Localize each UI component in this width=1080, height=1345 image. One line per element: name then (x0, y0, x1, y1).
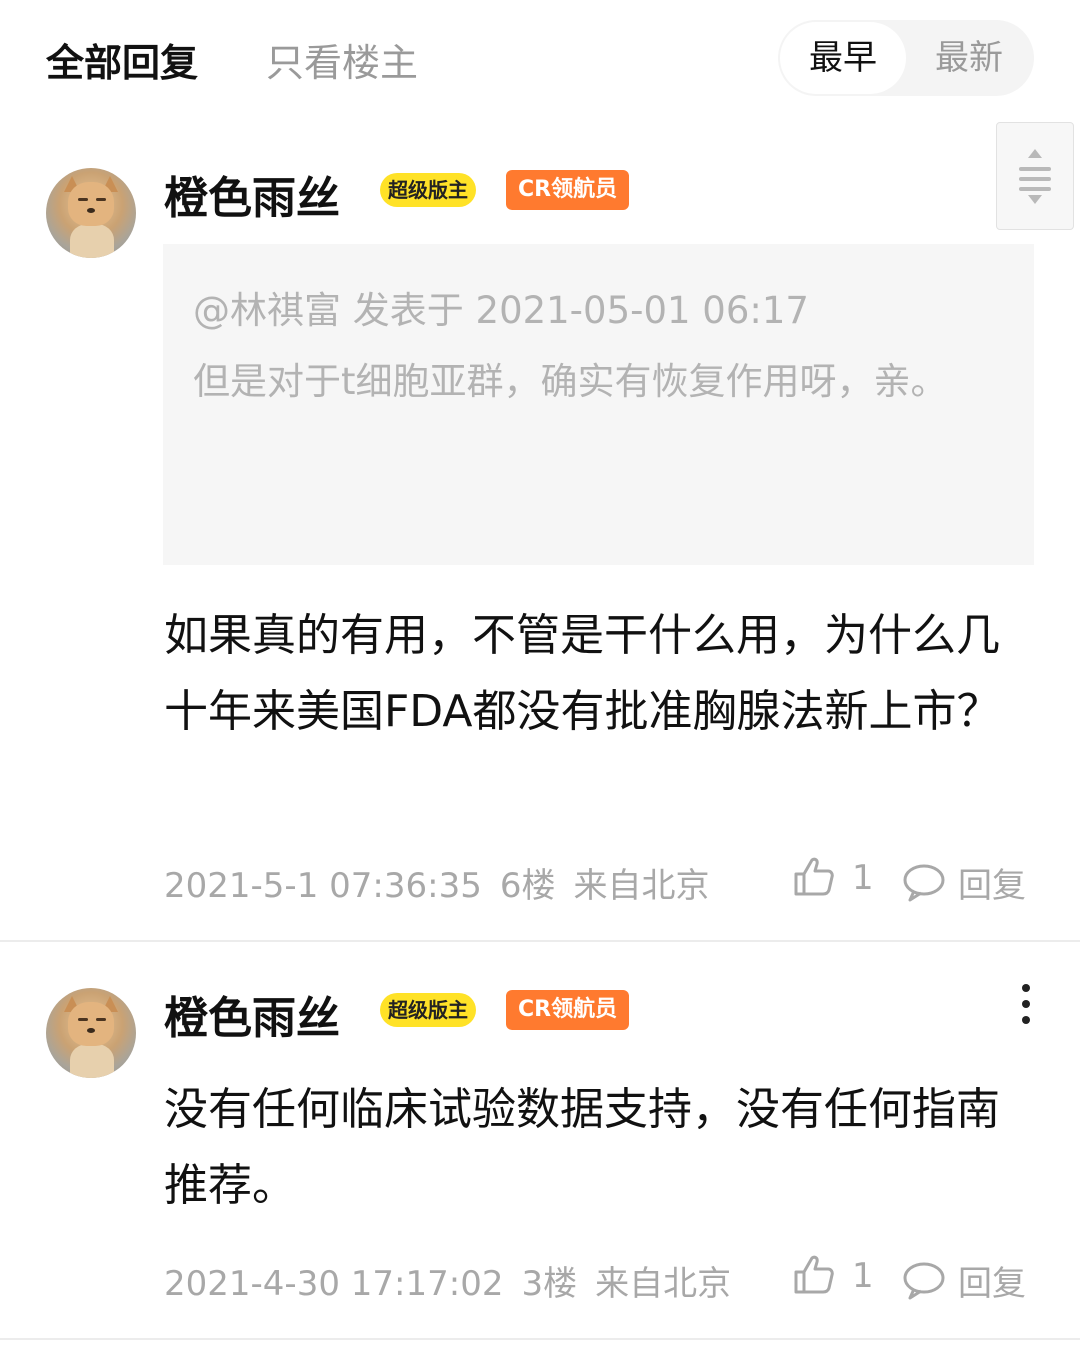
sort-scroll-icon[interactable] (996, 122, 1074, 230)
floor-number: 3楼 (521, 1264, 578, 1304)
avatar[interactable] (46, 168, 136, 258)
divider (0, 940, 1080, 942)
comment-bubble-icon[interactable] (902, 1260, 946, 1300)
thumbs-up-icon[interactable] (792, 1252, 836, 1296)
sort-latest-button[interactable]: 最新 (906, 22, 1032, 94)
reply-button[interactable]: 回复 (958, 858, 1026, 907)
username[interactable]: 橙色雨丝 (164, 982, 340, 1046)
sort-earliest-button[interactable]: 最早 (780, 22, 906, 94)
cr-navigator-badge: CR领航员 (506, 170, 630, 210)
username[interactable]: 橙色雨丝 (164, 162, 340, 226)
sort-toggle: 最早 最新 (778, 20, 1034, 96)
like-count: 1 (852, 1256, 874, 1296)
cr-navigator-badge: CR领航员 (506, 990, 630, 1030)
quote-header: @林祺富 发表于 2021-05-01 06:17 (193, 289, 809, 332)
like-count: 1 (852, 858, 874, 898)
comment-body: 如果真的有用，不管是干什么用，为什么几十年来美国FDA都没有批准胸腺法新上市？ (164, 610, 1001, 737)
location: 来自北京 (595, 1264, 732, 1304)
divider (0, 1338, 1080, 1340)
timestamp: 2021-4-30 17:17:02 (164, 1264, 504, 1304)
reply-header: 全部回复 只看楼主 最早 最新 (0, 0, 1080, 118)
super-moderator-badge: 超级版主 (380, 993, 476, 1027)
comment-bubble-icon[interactable] (902, 862, 946, 902)
location: 来自北京 (573, 866, 710, 906)
comment-body: 没有任何临床试验数据支持，没有任何指南推荐。 (164, 1084, 1000, 1211)
avatar[interactable] (46, 988, 136, 1078)
floor-number: 6楼 (499, 866, 556, 906)
tab-op-only[interactable]: 只看楼主 (266, 32, 418, 87)
comment-meta: 2021-5-1 07:36:35 6楼 来自北京 (164, 858, 727, 907)
thumbs-up-icon[interactable] (792, 854, 836, 898)
comment-meta: 2021-4-30 17:17:02 3楼 来自北京 (164, 1256, 749, 1305)
tab-all-replies[interactable]: 全部回复 (46, 32, 198, 87)
quote-text: 但是对于t细胞亚群，确实有恢复作用呀，亲。 (193, 360, 948, 403)
reply-button[interactable]: 回复 (958, 1256, 1026, 1305)
super-moderator-badge: 超级版主 (380, 173, 476, 207)
timestamp: 2021-5-1 07:36:35 (164, 866, 482, 906)
quoted-reply[interactable]: @林祺富 发表于 2021-05-01 06:17 但是对于t细胞亚群，确实有恢… (163, 244, 1034, 565)
more-vertical-icon[interactable] (1018, 982, 1034, 1026)
